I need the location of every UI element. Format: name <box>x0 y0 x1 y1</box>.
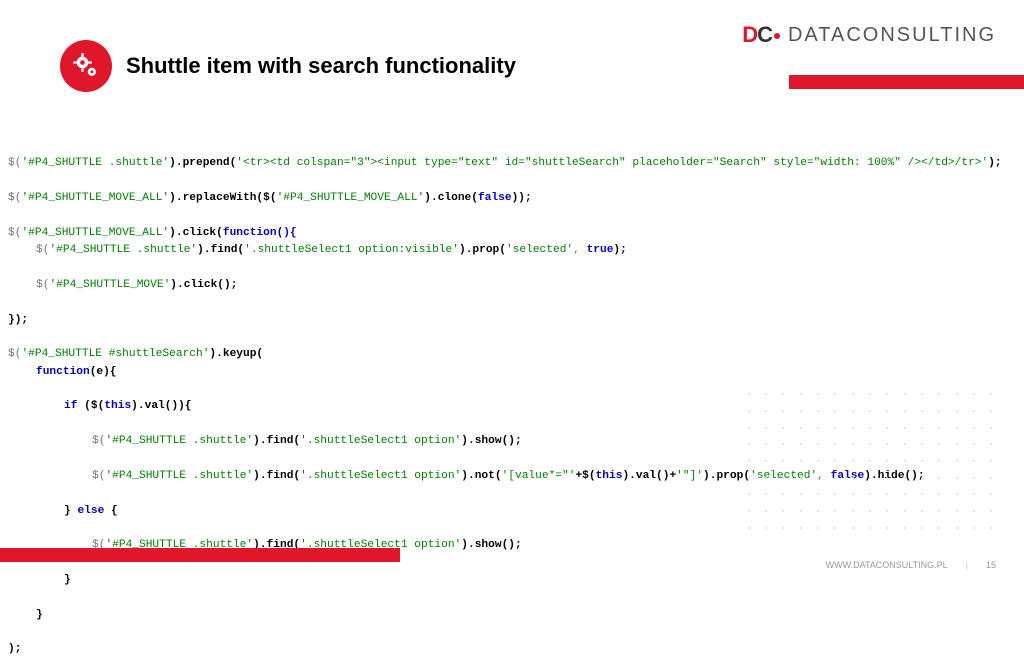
logo-letter-c: C <box>757 22 772 47</box>
footer-url: WWW.DATACONSULTING.PL <box>826 560 948 570</box>
code-token: 'selected' <box>506 244 573 256</box>
title-row: Shuttle item with search functionality <box>60 40 516 92</box>
code-token: '#P4_SHUTTLE_MOVE_ALL' <box>21 192 169 204</box>
code-token: , <box>817 470 830 482</box>
code-token: ).find( <box>197 244 244 256</box>
code-token: ); <box>613 244 626 256</box>
code-token: ($( <box>84 400 104 412</box>
code-token: $( <box>8 157 21 169</box>
code-token: 'selected' <box>750 470 817 482</box>
code-token: '.shuttleSelect1 option' <box>300 435 461 447</box>
logo-dot-icon <box>774 33 780 39</box>
footer-info: WWW.DATACONSULTING.PL | 15 <box>826 560 996 570</box>
code-token: function <box>36 366 90 378</box>
code-token: ).click( <box>169 227 223 239</box>
code-token: ); <box>8 643 21 655</box>
code-token: ).click(); <box>170 279 237 291</box>
code-token: ).prepend( <box>169 157 236 169</box>
code-token: this <box>596 470 623 482</box>
code-token: true <box>587 244 614 256</box>
code-token: '#P4_SHUTTLE #shuttleSearch' <box>21 348 209 360</box>
slide-header: DC DATACONSULTING Shuttle item with sear… <box>0 0 1024 90</box>
accent-bar-top <box>789 75 1024 89</box>
code-token: $( <box>8 348 21 360</box>
code-token: { <box>111 505 118 517</box>
code-token: $( <box>92 470 105 482</box>
code-token: )); <box>512 192 532 204</box>
code-token: , <box>573 244 586 256</box>
brand-logo: DC DATACONSULTING <box>742 22 996 48</box>
code-token: '#P4_SHUTTLE_MOVE_ALL' <box>277 192 425 204</box>
code-token: if <box>64 400 84 412</box>
code-token: ).prop( <box>703 470 750 482</box>
code-token: +$( <box>575 470 595 482</box>
code-token: $( <box>36 244 49 256</box>
code-token: ).hide(); <box>864 470 924 482</box>
slide-title: Shuttle item with search functionality <box>126 53 516 79</box>
gears-icon <box>72 52 100 80</box>
code-token: }); <box>8 314 28 326</box>
code-token: ).val()){ <box>131 400 191 412</box>
accent-bar-bottom <box>0 548 400 562</box>
code-token: '#P4_SHUTTLE .shuttle' <box>49 244 197 256</box>
gears-badge <box>60 40 112 92</box>
code-token: '#P4_SHUTTLE .shuttle' <box>21 157 169 169</box>
code-token: (e){ <box>90 366 117 378</box>
code-token: ).keyup( <box>209 348 263 360</box>
code-token: '#P4_SHUTTLE .shuttle' <box>105 470 253 482</box>
code-token: ).not( <box>461 470 501 482</box>
code-token: '#P4_SHUTTLE_MOVE' <box>49 279 170 291</box>
code-token: '.shuttleSelect1 option:visible' <box>244 244 459 256</box>
code-token: } <box>64 505 77 517</box>
code-token: false <box>831 470 865 482</box>
code-token: ); <box>988 157 1001 169</box>
code-token: '#P4_SHUTTLE_MOVE_ALL' <box>21 227 169 239</box>
code-token: $( <box>36 279 49 291</box>
code-token: else <box>77 505 111 517</box>
logo-letter-d: D <box>742 22 757 47</box>
code-token: ).find( <box>253 435 300 447</box>
logo-mark: DC <box>742 22 782 48</box>
code-token: false <box>478 192 512 204</box>
brand-name: DATACONSULTING <box>788 24 996 47</box>
code-block: $('#P4_SHUTTLE .shuttle').prepend('<tr><… <box>8 138 1016 659</box>
code-token: ).val()+ <box>622 470 676 482</box>
code-token: '#P4_SHUTTLE .shuttle' <box>105 435 253 447</box>
code-token: ).show(); <box>461 435 521 447</box>
code-token: } <box>36 609 43 621</box>
code-token: $( <box>92 435 105 447</box>
footer-divider: | <box>966 560 968 570</box>
code-token: ).find( <box>253 470 300 482</box>
code-token: '[value*="' <box>502 470 576 482</box>
code-token: $( <box>8 192 21 204</box>
code-token: function(){ <box>223 227 297 239</box>
code-token: this <box>104 400 131 412</box>
code-token: ).clone( <box>424 192 478 204</box>
code-token: '<tr><td colspan="3"><input type="text" … <box>236 157 988 169</box>
code-token: '"]' <box>676 470 703 482</box>
code-token: '.shuttleSelect1 option' <box>300 470 461 482</box>
slide-footer: WWW.DATACONSULTING.PL | 15 <box>0 548 1024 576</box>
code-token: $( <box>8 227 21 239</box>
code-token: ).prop( <box>459 244 506 256</box>
code-token: ).replaceWith($( <box>169 192 276 204</box>
page-number: 15 <box>986 560 996 570</box>
